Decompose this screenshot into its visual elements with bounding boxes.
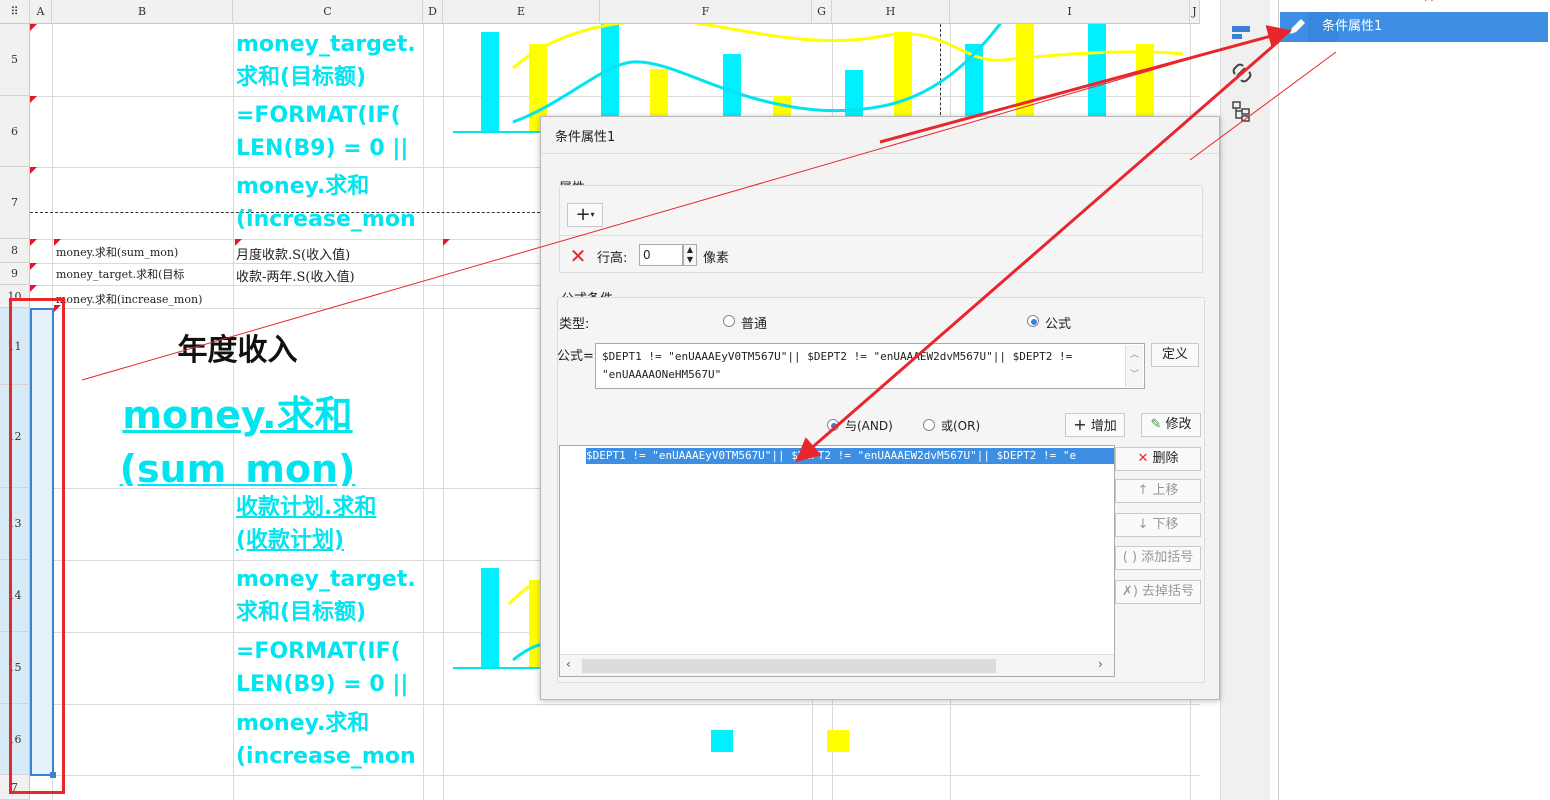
radio-normal-label: 普通: [741, 317, 768, 332]
annual-income-title[interactable]: 年度收入: [52, 325, 423, 369]
close-x-icon[interactable]: ✕: [1423, 0, 1435, 6]
formula-line-2: "enUAAAAONeHM567U": [602, 368, 722, 381]
row-height-stepper[interactable]: ▲ ▼: [683, 244, 697, 266]
unit-label: 像素: [703, 251, 730, 266]
annotation-box: [9, 298, 65, 794]
cell-c6[interactable]: =FORMAT(IF( LEN(B9) = 0 ||: [236, 99, 422, 165]
formula-label: 公式=: [557, 349, 594, 364]
col-header-h[interactable]: H: [832, 0, 950, 24]
list-hscroll[interactable]: ‹ ›: [560, 654, 1114, 676]
plus-icon: +: [1073, 415, 1087, 434]
cell-c14[interactable]: money_target. 求和(目标额): [236, 563, 422, 629]
cell-c5[interactable]: money_target. 求和(目标额): [236, 28, 422, 94]
radio-or[interactable]: [923, 419, 935, 431]
and-label: 与(AND): [845, 419, 893, 433]
comment-marker: [443, 239, 450, 246]
formula-input[interactable]: $DEPT1 != "enUAAAEyV0TM567U"|| $DEPT2 !=…: [595, 343, 1145, 389]
condition-attr-item[interactable]: 条件属性1: [1280, 12, 1548, 42]
delete-button[interactable]: ✕ 删除: [1115, 447, 1201, 471]
bracket-icon: ✗): [1121, 584, 1138, 599]
cell-c7[interactable]: money.求和 (increase_mon: [236, 170, 422, 238]
cell-c8[interactable]: 月度收款.S(收入值): [236, 244, 422, 263]
col-header-a[interactable]: A: [30, 0, 52, 24]
select-all-corner[interactable]: ⠿: [0, 0, 30, 24]
down-arrow-icon: ↓: [1137, 517, 1149, 532]
line-cyan: [512, 24, 1002, 124]
panel-toolbar: ✕: [1293, 0, 1453, 6]
right-panel: ✕: [1278, 0, 1550, 800]
pencil-icon: [1286, 12, 1306, 42]
cell-c15[interactable]: =FORMAT(IF( LEN(B9) = 0 ||: [236, 635, 422, 701]
add-bracket-button[interactable]: ( ) 添加括号: [1115, 546, 1201, 570]
add-condition-button[interactable]: + 增加: [1065, 413, 1125, 437]
col-header-c[interactable]: C: [233, 0, 423, 24]
col-header-i[interactable]: I: [950, 0, 1190, 24]
col-header-b[interactable]: B: [52, 0, 233, 24]
cell-c9[interactable]: 收款-两年.S(收入值): [236, 266, 422, 285]
col-header-j[interactable]: J: [1190, 0, 1200, 24]
radio-normal[interactable]: [723, 315, 735, 327]
cell-b9[interactable]: money_target.求和(目标: [56, 266, 232, 282]
modify-button[interactable]: ✎ 修改: [1141, 413, 1201, 437]
legend-swatch-cyan: [711, 730, 733, 752]
cell-c16[interactable]: money.求和 (increase_mon: [236, 707, 422, 773]
bar-cyan: [481, 32, 499, 132]
condition-list-item[interactable]: $DEPT1 != "enUAAAEyV0TM567U"|| $DEPT2 !=…: [586, 448, 1114, 464]
cell-b10[interactable]: money.求和(increase_mon): [56, 291, 232, 307]
row-header-8[interactable]: 8: [0, 239, 30, 263]
close-x-icon: ✕: [1137, 451, 1149, 466]
formula-scrollbar[interactable]: ︿ ﹀: [1125, 345, 1143, 387]
comment-marker: [30, 96, 37, 103]
row-height-input[interactable]: 0: [639, 244, 683, 266]
comment-marker: [30, 239, 37, 246]
tree-icon[interactable]: [1231, 100, 1253, 122]
legend-swatch-yellow: [827, 730, 849, 752]
condition-list[interactable]: $DEPT1 != "enUAAAEyV0TM567U"|| $DEPT2 !=…: [559, 445, 1115, 677]
dialog-title: 条件属性1: [555, 130, 616, 145]
vertical-toolbar: [1220, 0, 1270, 800]
move-down-button[interactable]: ↓ 下移: [1115, 513, 1201, 537]
cell-b8[interactable]: money.求和(sum_mon): [56, 244, 232, 260]
comment-marker: [30, 263, 37, 270]
close-x-icon[interactable]: ✕: [567, 245, 589, 267]
row-height-label: 行高:: [597, 251, 628, 266]
hscroll-thumb[interactable]: [582, 659, 996, 673]
bracket-icon: ( ): [1122, 550, 1138, 565]
comment-marker: [30, 167, 37, 174]
or-label: 或(OR): [941, 419, 981, 433]
remove-bracket-button[interactable]: ✗) 去掉括号: [1115, 580, 1201, 604]
col-header-g[interactable]: G: [812, 0, 832, 24]
row-header-6[interactable]: 6: [0, 96, 30, 167]
modify-icon: ✎: [1150, 417, 1162, 432]
row-header-7[interactable]: 7: [0, 167, 30, 239]
up-arrow-icon: ↑: [1137, 483, 1149, 498]
comment-marker: [30, 24, 37, 31]
col-header-e[interactable]: E: [443, 0, 600, 24]
condition-attr-label: 条件属性1: [1322, 19, 1383, 34]
move-up-button[interactable]: ↑ 上移: [1115, 479, 1201, 503]
col-header-f[interactable]: F: [600, 0, 812, 24]
define-button[interactable]: 定义: [1151, 343, 1199, 367]
cell-big-sum[interactable]: money.求和 (sum_mon): [52, 388, 423, 486]
bar-cyan: [481, 568, 499, 668]
row-header-5[interactable]: 5: [0, 24, 30, 96]
row-header-9[interactable]: 9: [0, 263, 30, 285]
link-icon[interactable]: [1231, 62, 1253, 84]
condition-icon[interactable]: [1229, 22, 1253, 42]
col-header-d[interactable]: D: [423, 0, 443, 24]
cell-c13[interactable]: 收款计划.求和 (收款计划): [236, 491, 422, 557]
comment-marker: [30, 285, 37, 292]
radio-formula[interactable]: [1027, 315, 1039, 327]
formula-line-1: $DEPT1 != "enUAAAEyV0TM567U"|| $DEPT2 !=…: [602, 350, 1073, 363]
radio-formula-label: 公式: [1045, 317, 1072, 332]
condition-dialog: 条件属性1 属性: +▾ ✕ 行高: 0 ▲▼ 像素 公式条件 类型: 普通 公…: [540, 116, 1220, 700]
add-attr-button[interactable]: +▾: [567, 203, 603, 227]
radio-and[interactable]: [827, 419, 839, 431]
type-label: 类型:: [559, 317, 590, 332]
